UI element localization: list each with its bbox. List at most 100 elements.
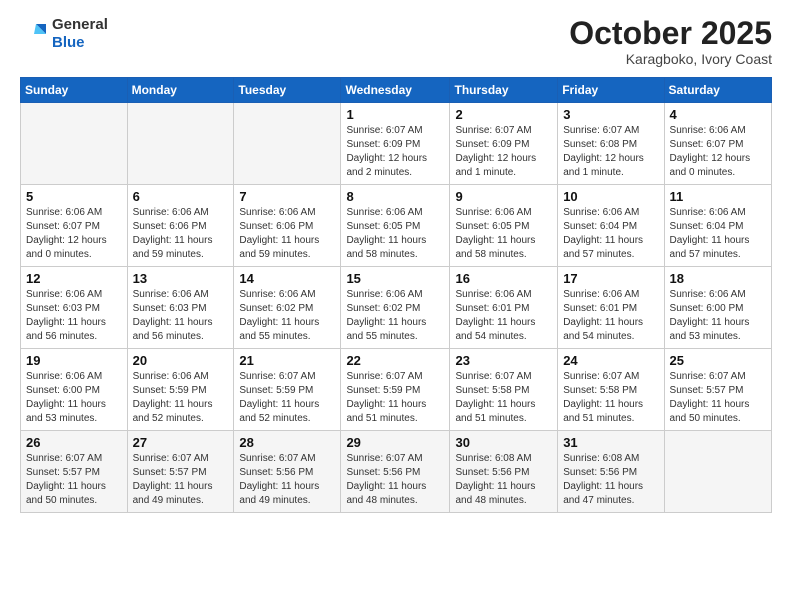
day-number: 28 — [239, 435, 335, 450]
week-row-2: 5Sunrise: 6:06 AM Sunset: 6:07 PM Daylig… — [21, 185, 772, 267]
day-number: 5 — [26, 189, 122, 204]
logo: General Blue — [20, 16, 108, 52]
calendar-cell: 2Sunrise: 6:07 AM Sunset: 6:09 PM Daylig… — [450, 103, 558, 185]
calendar-cell: 17Sunrise: 6:06 AM Sunset: 6:01 PM Dayli… — [558, 267, 664, 349]
day-info: Sunrise: 6:06 AM Sunset: 6:05 PM Dayligh… — [455, 206, 552, 262]
calendar-cell: 30 Sunrise: 6:08 AM Sunset: 5:56 PM Dayli… — [450, 431, 558, 513]
day-info: Sunrise: 6:07 AM Sunset: 5:57 PM Dayligh… — [26, 452, 122, 508]
day-number: 4 — [670, 107, 766, 122]
day-number: 12 — [26, 271, 122, 286]
weekday-header-thursday: Thursday — [450, 78, 558, 103]
day-number: 31 — [563, 435, 658, 450]
day-number: 16 — [455, 271, 552, 286]
title-block: October 2025 Karagboko, Ivory Coast — [569, 16, 772, 67]
logo-general: General — [52, 16, 108, 34]
calendar-cell: 7 Sunrise: 6:06 AM Sunset: 6:06 PM Daylig… — [234, 185, 341, 267]
day-number: 14 — [239, 271, 335, 286]
weekday-header-friday: Friday — [558, 78, 664, 103]
day-number: 15 — [346, 271, 444, 286]
day-info: Sunrise: 6:06 AM Sunset: 6:07 PM Dayligh… — [670, 124, 766, 180]
calendar-cell: 20Sunrise: 6:06 AM Sunset: 5:59 PM Dayli… — [127, 349, 234, 431]
day-number: 26 — [26, 435, 122, 450]
day-info: Sunrise: 6:06 AM Sunset: 6:03 PM Dayligh… — [133, 288, 229, 344]
calendar-cell: 31 Sunrise: 6:08 AM Sunset: 5:56 PM Dayli… — [558, 431, 664, 513]
calendar-cell: 15 Sunrise: 6:06 AM Sunset: 6:02 PM Dayli… — [341, 267, 450, 349]
day-number: 7 — [239, 189, 335, 204]
day-number: 6 — [133, 189, 229, 204]
calendar-cell: 22 Sunrise: 6:07 AM Sunset: 5:59 PM Dayli… — [341, 349, 450, 431]
day-number: 23 — [455, 353, 552, 368]
calendar-cell: 16Sunrise: 6:06 AM Sunset: 6:01 PM Dayli… — [450, 267, 558, 349]
day-info: Sunrise: 6:06 AM Sunset: 6:01 PM Dayligh… — [563, 288, 658, 344]
week-row-3: 12 Sunrise: 6:06 AM Sunset: 6:03 PM Dayli… — [21, 267, 772, 349]
calendar-cell: 14 Sunrise: 6:06 AM Sunset: 6:02 PM Dayli… — [234, 267, 341, 349]
day-info: Sunrise: 6:06 AM Sunset: 6:00 PM Dayligh… — [26, 370, 122, 426]
day-number: 18 — [670, 271, 766, 286]
calendar-cell: 1 Sunrise: 6:07 AM Sunset: 6:09 PM Daylig… — [341, 103, 450, 185]
calendar-cell: 9Sunrise: 6:06 AM Sunset: 6:05 PM Daylig… — [450, 185, 558, 267]
day-info: Sunrise: 6:06 AM Sunset: 6:00 PM Dayligh… — [670, 288, 766, 344]
calendar-cell: 12 Sunrise: 6:06 AM Sunset: 6:03 PM Dayli… — [21, 267, 128, 349]
calendar-cell: 21 Sunrise: 6:07 AM Sunset: 5:59 PM Dayli… — [234, 349, 341, 431]
day-info: Sunrise: 6:07 AM Sunset: 5:59 PM Dayligh… — [346, 370, 444, 426]
day-info: Sunrise: 6:06 AM Sunset: 6:02 PM Dayligh… — [346, 288, 444, 344]
day-info: Sunrise: 6:07 AM Sunset: 5:57 PM Dayligh… — [670, 370, 766, 426]
day-info: Sunrise: 6:06 AM Sunset: 6:02 PM Dayligh… — [239, 288, 335, 344]
day-info: Sunrise: 6:06 AM Sunset: 6:06 PM Dayligh… — [239, 206, 335, 262]
location: Karagboko, Ivory Coast — [569, 51, 772, 67]
day-info: Sunrise: 6:07 AM Sunset: 5:56 PM Dayligh… — [239, 452, 335, 508]
week-row-4: 19Sunrise: 6:06 AM Sunset: 6:00 PM Dayli… — [21, 349, 772, 431]
day-number: 13 — [133, 271, 229, 286]
day-info: Sunrise: 6:07 AM Sunset: 6:09 PM Dayligh… — [455, 124, 552, 180]
day-info: Sunrise: 6:07 AM Sunset: 5:56 PM Dayligh… — [346, 452, 444, 508]
calendar-cell: 29 Sunrise: 6:07 AM Sunset: 5:56 PM Dayli… — [341, 431, 450, 513]
weekday-header-row: SundayMondayTuesdayWednesdayThursdayFrid… — [21, 78, 772, 103]
day-info: Sunrise: 6:07 AM Sunset: 6:08 PM Dayligh… — [563, 124, 658, 180]
calendar-cell — [21, 103, 128, 185]
day-number: 24 — [563, 353, 658, 368]
weekday-header-wednesday: Wednesday — [341, 78, 450, 103]
weekday-header-sunday: Sunday — [21, 78, 128, 103]
day-info: Sunrise: 6:06 AM Sunset: 6:04 PM Dayligh… — [670, 206, 766, 262]
calendar-cell: 3 Sunrise: 6:07 AM Sunset: 6:08 PM Daylig… — [558, 103, 664, 185]
day-number: 21 — [239, 353, 335, 368]
day-info: Sunrise: 6:06 AM Sunset: 6:05 PM Dayligh… — [346, 206, 444, 262]
day-number: 11 — [670, 189, 766, 204]
weekday-header-monday: Monday — [127, 78, 234, 103]
calendar-page: General Blue October 2025 Karagboko, Ivo… — [0, 0, 792, 612]
calendar-cell: 19Sunrise: 6:06 AM Sunset: 6:00 PM Dayli… — [21, 349, 128, 431]
week-row-1: 1 Sunrise: 6:07 AM Sunset: 6:09 PM Daylig… — [21, 103, 772, 185]
logo-icon — [20, 20, 48, 48]
day-number: 1 — [346, 107, 444, 122]
day-info: Sunrise: 6:08 AM Sunset: 5:56 PM Dayligh… — [455, 452, 552, 508]
weekday-header-tuesday: Tuesday — [234, 78, 341, 103]
calendar-cell: 13 Sunrise: 6:06 AM Sunset: 6:03 PM Dayli… — [127, 267, 234, 349]
day-number: 3 — [563, 107, 658, 122]
day-info: Sunrise: 6:06 AM Sunset: 5:59 PM Dayligh… — [133, 370, 229, 426]
calendar-cell: 18 Sunrise: 6:06 AM Sunset: 6:00 PM Dayli… — [664, 267, 771, 349]
day-number: 29 — [346, 435, 444, 450]
calendar-cell: 24Sunrise: 6:07 AM Sunset: 5:58 PM Dayli… — [558, 349, 664, 431]
day-number: 30 — [455, 435, 552, 450]
day-info: Sunrise: 6:07 AM Sunset: 5:59 PM Dayligh… — [239, 370, 335, 426]
day-info: Sunrise: 6:07 AM Sunset: 5:57 PM Dayligh… — [133, 452, 229, 508]
calendar-cell — [127, 103, 234, 185]
day-number: 22 — [346, 353, 444, 368]
day-info: Sunrise: 6:06 AM Sunset: 6:06 PM Dayligh… — [133, 206, 229, 262]
day-number: 8 — [346, 189, 444, 204]
day-info: Sunrise: 6:06 AM Sunset: 6:03 PM Dayligh… — [26, 288, 122, 344]
calendar-cell: 25Sunrise: 6:07 AM Sunset: 5:57 PM Dayli… — [664, 349, 771, 431]
calendar-cell: 4 Sunrise: 6:06 AM Sunset: 6:07 PM Daylig… — [664, 103, 771, 185]
calendar-cell: 8 Sunrise: 6:06 AM Sunset: 6:05 PM Daylig… — [341, 185, 450, 267]
calendar-cell: 27 Sunrise: 6:07 AM Sunset: 5:57 PM Dayli… — [127, 431, 234, 513]
logo-blue: Blue — [52, 34, 108, 52]
calendar-cell: 11 Sunrise: 6:06 AM Sunset: 6:04 PM Dayli… — [664, 185, 771, 267]
day-info: Sunrise: 6:08 AM Sunset: 5:56 PM Dayligh… — [563, 452, 658, 508]
calendar-cell: 28 Sunrise: 6:07 AM Sunset: 5:56 PM Dayli… — [234, 431, 341, 513]
logo-text: General Blue — [52, 16, 108, 52]
day-number: 10 — [563, 189, 658, 204]
day-info: Sunrise: 6:07 AM Sunset: 6:09 PM Dayligh… — [346, 124, 444, 180]
calendar-cell — [664, 431, 771, 513]
weekday-header-saturday: Saturday — [664, 78, 771, 103]
day-number: 27 — [133, 435, 229, 450]
